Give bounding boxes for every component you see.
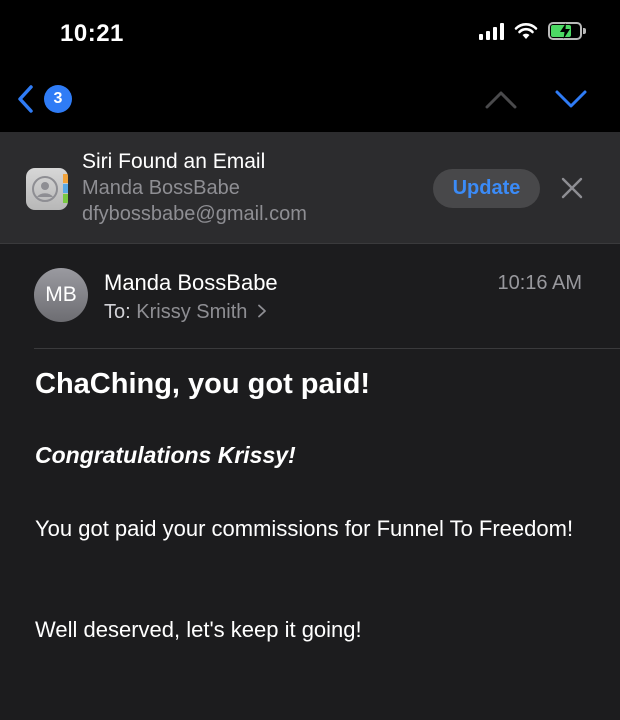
up-chevron-icon [485, 91, 517, 109]
message-subject: ChaChing, you got paid! [35, 368, 371, 400]
back-button[interactable]: 3 [16, 84, 72, 114]
chevron-right-icon [258, 304, 266, 318]
previous-message-button[interactable] [484, 88, 518, 115]
siri-banner-email: dfybossbabe@gmail.com [82, 203, 307, 225]
status-time: 10:21 [60, 20, 124, 47]
status-icons [479, 22, 586, 40]
battery-icon [548, 22, 586, 40]
dismiss-banner-button[interactable] [560, 176, 584, 205]
unread-count-badge: 3 [44, 85, 72, 113]
down-chevron-icon [555, 90, 587, 108]
recipient-row[interactable]: To: Krissy Smith [104, 301, 267, 324]
recipient-name[interactable]: Krissy Smith [136, 301, 247, 323]
siri-banner-name: Manda BossBabe [82, 177, 240, 199]
contact-card-icon [26, 168, 68, 210]
message-greeting: Congratulations Krissy! [35, 442, 296, 468]
charging-bolt-icon [560, 23, 570, 39]
header-divider [34, 348, 620, 349]
siri-banner-title: Siri Found an Email [82, 150, 266, 173]
back-chevron-icon [18, 85, 33, 113]
message-paragraph: You got paid your commissions for Funnel… [35, 516, 574, 541]
close-icon [561, 177, 583, 199]
message-time: 10:16 AM [497, 272, 582, 294]
mail-screen: 10:21 3 Siri Found an Email Manda BossBa… [0, 0, 620, 720]
to-label: To: [104, 301, 131, 323]
update-contact-button[interactable]: Update [433, 169, 540, 208]
message-paragraph: Well deserved, let's keep it going! [35, 617, 362, 642]
sender-name[interactable]: Manda BossBabe [104, 270, 278, 296]
wifi-icon [514, 23, 538, 39]
signal-icon [479, 22, 504, 40]
sender-avatar[interactable]: MB [34, 268, 88, 322]
top-bar: 10:21 3 [0, 0, 620, 132]
next-message-button[interactable] [554, 88, 588, 115]
